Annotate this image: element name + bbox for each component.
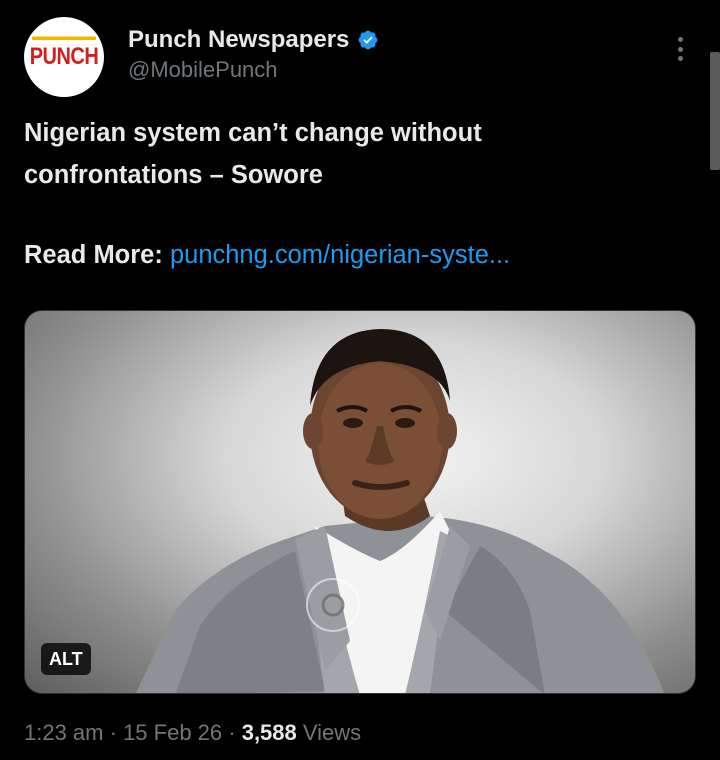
tweet-text-line: confrontations – Sowore	[24, 161, 323, 189]
author-name-row: Punch Newspapers	[128, 26, 379, 54]
tweet-photo[interactable]: ALT	[24, 310, 696, 694]
read-more-label: Read More:	[24, 241, 163, 269]
portrait-image	[135, 329, 665, 693]
views-label: Views	[296, 720, 362, 745]
tweet-text-line: Nigerian system can’t change without	[24, 119, 482, 147]
views-count[interactable]: 3,588	[242, 720, 297, 745]
scrollbar[interactable]	[710, 52, 720, 170]
verified-badge-icon	[357, 29, 379, 51]
tweet-text: Nigerian system can’t change without con…	[24, 112, 684, 196]
avatar[interactable]: PUNCH	[24, 17, 104, 97]
tweet-date[interactable]: 15 Feb 26	[123, 720, 222, 745]
article-link[interactable]: punchng.com/nigerian-syste...	[170, 241, 510, 269]
more-options-icon[interactable]	[672, 34, 688, 64]
alt-text-badge[interactable]: ALT	[41, 643, 91, 675]
media-overlay-icon	[305, 577, 361, 633]
tweet: PUNCH Punch Newspapers @MobilePunch Nige…	[0, 0, 720, 760]
read-more: Read More: punchng.com/nigerian-syste...	[24, 234, 684, 276]
tweet-time[interactable]: 1:23 am	[24, 720, 104, 745]
avatar-logo: PUNCH	[29, 36, 99, 70]
meta-separator: ·	[103, 720, 124, 745]
meta-separator: ·	[222, 720, 242, 745]
display-name[interactable]: Punch Newspapers	[128, 26, 349, 54]
tweet-meta: 1:23 am · 15 Feb 26 · 3,588 Views	[24, 720, 361, 746]
handle[interactable]: @MobilePunch	[128, 57, 278, 83]
